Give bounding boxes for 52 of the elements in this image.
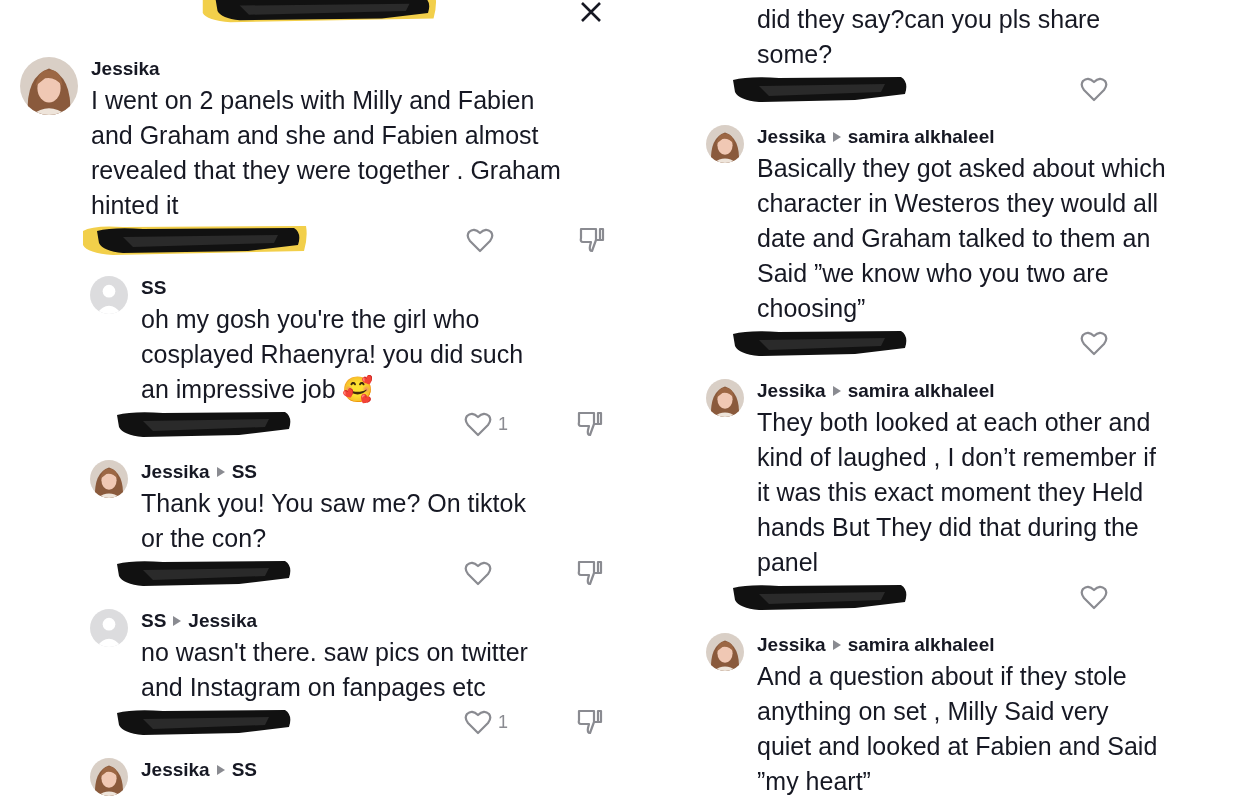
username[interactable]: Jessika (141, 755, 210, 785)
username[interactable]: samira alkhaleel (847, 122, 995, 152)
reply-arrow-icon (832, 640, 841, 650)
like-button[interactable] (466, 227, 494, 253)
heart-icon (464, 560, 492, 586)
reply-arrow-icon (216, 467, 225, 477)
dislike-button[interactable] (578, 226, 606, 254)
username[interactable]: Jessika (188, 606, 258, 636)
like-button[interactable] (1080, 584, 1108, 610)
like-button[interactable] (464, 560, 492, 586)
reply-arrow-icon (832, 132, 841, 142)
dislike-button[interactable] (576, 410, 604, 438)
comment-text: Basically they got asked about which character in Westeros they would all date and Graham talked to them an Said ”we know who you two are choosing” (757, 153, 1167, 324)
heart-icon (464, 411, 492, 437)
thumbs-down-icon (576, 559, 604, 587)
username[interactable]: Jessika (91, 54, 160, 84)
thumbs-down-icon (576, 708, 604, 736)
heart-icon (1080, 76, 1108, 102)
username[interactable]: SS (141, 606, 167, 636)
heart-icon (1080, 330, 1108, 356)
like-count: 1 (498, 710, 508, 734)
like-button[interactable] (1080, 330, 1108, 356)
comment-text: And a question about if they stole anything on set , Milly Said very quiet and looked at Fabien and Said ”my heart” (757, 661, 1159, 797)
comment-text: oh my gosh you're the girl who cosplayed Rhaenyra! you did such an impressive job 🥰 (141, 304, 525, 406)
username[interactable]: Jessika (757, 376, 826, 406)
thumbs-down-icon (578, 226, 606, 254)
username[interactable]: Jessika (757, 122, 826, 152)
comment-text: Thank you! You saw me? On tiktok or the con? (141, 488, 527, 554)
username[interactable]: Jessika (141, 457, 210, 487)
username[interactable]: SS (231, 755, 258, 785)
comment-text: I went on 2 panels with Milly and Fabien and Graham and she and Fabien almost revealed that they were together . Graham hinted it (91, 85, 561, 221)
username[interactable]: SS (231, 457, 258, 487)
comment-text: did they say?can you pls share some? (757, 4, 1102, 70)
reply-arrow-icon (173, 616, 182, 626)
username[interactable]: samira alkhaleel (847, 376, 995, 406)
comment-text: no wasn't there. saw pics on twitter and Instagram on fanpages etc (141, 637, 529, 703)
like-button[interactable] (1080, 76, 1108, 102)
username[interactable]: SS (141, 273, 167, 303)
dislike-button[interactable] (576, 708, 604, 736)
reply-arrow-icon (216, 765, 225, 775)
heart-icon (464, 709, 492, 735)
comment-text: They both looked at each other and kind of laughed , I don’t remember if it was this exact moment they Held hands But They did that during the panel (757, 407, 1157, 578)
heart-icon (1080, 584, 1108, 610)
like-count: 1 (498, 412, 508, 436)
username[interactable]: samira alkhaleel (847, 630, 995, 660)
dislike-button[interactable] (576, 559, 604, 587)
username[interactable]: Jessika (757, 630, 826, 660)
heart-icon (466, 227, 494, 253)
close-icon (578, 0, 604, 24)
close-button[interactable] (578, 0, 604, 24)
reply-arrow-icon (832, 386, 841, 396)
thumbs-down-icon (576, 410, 604, 438)
